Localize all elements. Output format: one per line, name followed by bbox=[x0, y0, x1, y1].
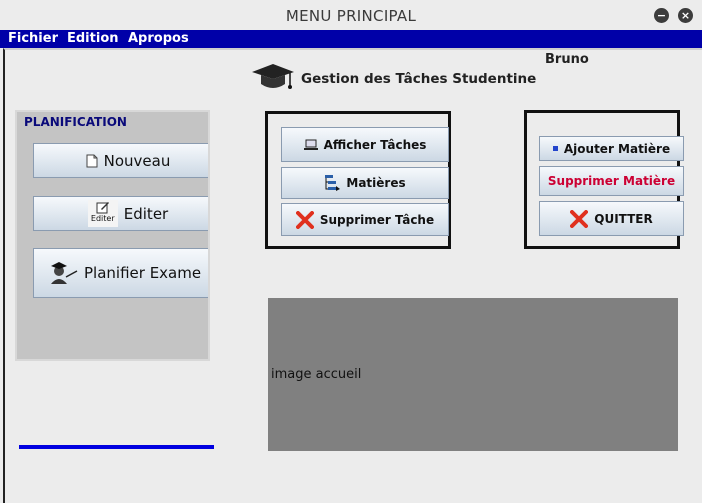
quit-x-icon bbox=[570, 209, 589, 228]
pencil-icon bbox=[96, 202, 109, 214]
nouveau-label: Nouveau bbox=[103, 151, 171, 170]
blue-square-icon bbox=[552, 146, 558, 151]
tree-icon bbox=[325, 175, 341, 191]
welcome-image-panel: image accueil bbox=[268, 298, 678, 451]
editer-button[interactable]: Editer Editer bbox=[33, 196, 208, 231]
planifier-examen-button[interactable]: Planifier Exame bbox=[33, 248, 208, 298]
window-title: MENU PRINCIPAL bbox=[285, 7, 417, 25]
nouveau-button[interactable]: Nouveau bbox=[33, 143, 208, 178]
welcome-image-label: image accueil bbox=[271, 367, 362, 382]
matieres-button[interactable]: Matières bbox=[281, 167, 449, 199]
supprimer-tache-label: Supprimer Tâche bbox=[319, 212, 435, 227]
graduation-cap-icon bbox=[252, 64, 294, 89]
menu-fichier[interactable]: Fichier bbox=[8, 31, 58, 46]
editer-label: Editer bbox=[123, 204, 169, 223]
quitter-label: QUITTER bbox=[594, 211, 653, 226]
tasks-panel: Afficher Tâches Matières Supprimer Tâche bbox=[265, 111, 451, 249]
supprimer-matiere-label: Supprimer Matière bbox=[547, 174, 676, 188]
edit-icon-text: Editer bbox=[90, 214, 115, 223]
subjects-panel: Ajouter Matière Supprimer Matière QUITTE… bbox=[524, 110, 684, 249]
planifier-examen-label: Planifier Exame bbox=[84, 264, 202, 282]
matieres-label: Matières bbox=[346, 176, 406, 190]
close-button[interactable]: × bbox=[678, 8, 693, 23]
ajouter-matiere-button[interactable]: Ajouter Matière bbox=[539, 136, 684, 161]
afficher-taches-label: Afficher Tâches bbox=[323, 137, 427, 152]
quitter-button[interactable]: QUITTER bbox=[539, 201, 684, 236]
user-name: Bruno bbox=[545, 52, 589, 67]
menu-apropos[interactable]: Apropos bbox=[128, 31, 189, 46]
document-icon bbox=[86, 154, 98, 167]
afficher-taches-button[interactable]: Afficher Tâches bbox=[281, 127, 449, 162]
red-x-icon bbox=[295, 210, 314, 229]
supprimer-tache-button[interactable]: Supprimer Tâche bbox=[281, 203, 449, 236]
supprimer-matiere-button[interactable]: Supprimer Matière bbox=[539, 166, 684, 196]
planification-panel: PLANIFICATION Nouveau Editer Editer Plan… bbox=[15, 110, 210, 361]
planification-title: PLANIFICATION bbox=[24, 115, 127, 129]
ajouter-matiere-label: Ajouter Matière bbox=[563, 141, 671, 156]
menu-bar: Fichier Edition Apropos bbox=[0, 30, 702, 48]
edit-icon: Editer bbox=[87, 200, 118, 227]
title-bar: MENU PRINCIPAL − × bbox=[0, 0, 702, 31]
teacher-icon bbox=[51, 262, 78, 284]
menu-edition[interactable]: Edition bbox=[67, 31, 119, 46]
accent-line bbox=[19, 445, 214, 449]
app-title: Gestion des Tâches Studentine bbox=[301, 71, 537, 87]
computer-icon bbox=[303, 139, 318, 150]
minimize-button[interactable]: − bbox=[654, 8, 669, 23]
